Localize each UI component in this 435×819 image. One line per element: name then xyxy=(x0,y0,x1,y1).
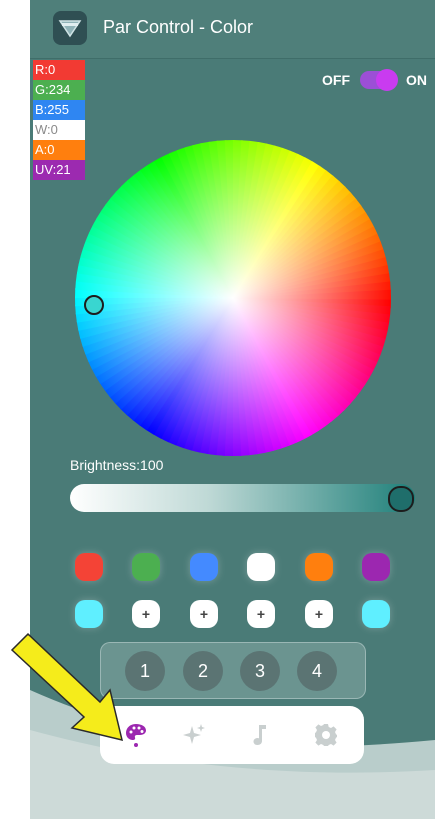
toggle-off-label: OFF xyxy=(322,72,350,88)
color-swatch[interactable] xyxy=(362,553,390,581)
dmx-blue-value: B:255 xyxy=(33,100,85,120)
color-swatch[interactable] xyxy=(75,553,103,581)
app-logo-icon xyxy=(53,11,87,45)
sparkles-icon xyxy=(183,724,205,744)
yellow-pointer-arrow xyxy=(10,632,124,742)
page-title: Par Control - Color xyxy=(103,17,254,37)
music-note-icon xyxy=(253,725,266,745)
preset-2-button[interactable]: 2 xyxy=(183,651,223,691)
nav-effects-tab[interactable] xyxy=(180,721,208,749)
brightness-slider-thumb[interactable] xyxy=(388,486,414,512)
brightness-label: Brightness:100 xyxy=(70,457,164,473)
preset-4-button[interactable]: 4 xyxy=(297,651,337,691)
power-toggle-group: OFF ON xyxy=(322,69,427,91)
nav-music-tab[interactable] xyxy=(246,721,274,749)
brightness-slider[interactable] xyxy=(70,484,415,512)
toggle-on-label: ON xyxy=(406,72,427,88)
color-picker-handle[interactable] xyxy=(84,295,104,315)
add-color-button[interactable]: + xyxy=(305,600,333,628)
dmx-red-value: R:0 xyxy=(33,60,85,80)
preset-3-button[interactable]: 3 xyxy=(240,651,280,691)
dmx-green-value: G:234 xyxy=(33,80,85,100)
nav-settings-tab[interactable] xyxy=(312,721,340,749)
header-bar: Par Control - Color xyxy=(30,0,435,59)
add-color-button[interactable]: + xyxy=(190,600,218,628)
toggle-knob[interactable] xyxy=(376,69,398,91)
dmx-white-value: W:0 xyxy=(33,120,85,140)
color-swatch[interactable] xyxy=(190,553,218,581)
color-swatch[interactable] xyxy=(247,553,275,581)
color-wheel[interactable] xyxy=(73,138,393,458)
add-color-button[interactable]: + xyxy=(247,600,275,628)
color-swatch[interactable] xyxy=(305,553,333,581)
color-swatch[interactable] xyxy=(132,553,160,581)
gear-icon xyxy=(315,724,337,746)
power-toggle[interactable] xyxy=(360,69,398,91)
custom-color-swatch[interactable] xyxy=(362,600,390,628)
